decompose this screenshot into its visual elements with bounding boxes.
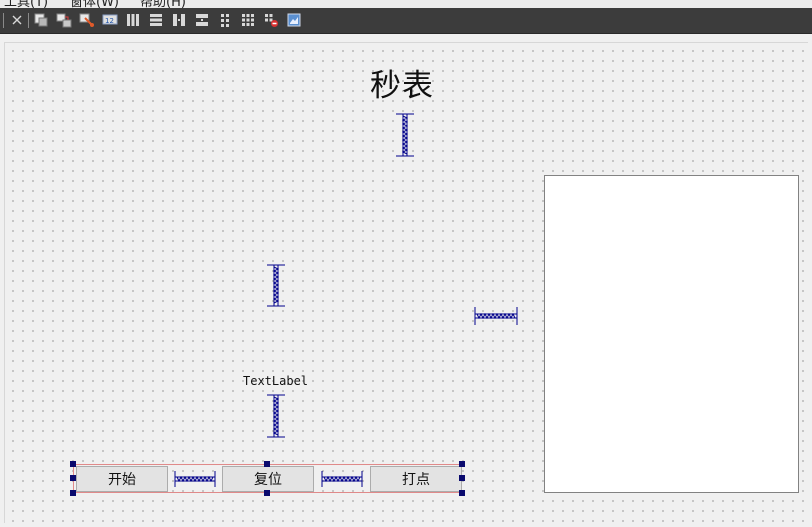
list-widget[interactable] — [544, 175, 799, 493]
lay-out-vertical-splitter-icon[interactable] — [193, 11, 211, 29]
toolbar-separator — [3, 13, 4, 28]
resize-handle[interactable] — [459, 461, 465, 467]
resize-handle[interactable] — [70, 490, 76, 496]
horizontal-spacer[interactable] — [174, 469, 216, 489]
lay-out-vertically-icon[interactable] — [147, 11, 165, 29]
vertical-spacer[interactable] — [394, 113, 416, 157]
close-icon[interactable] — [8, 11, 26, 29]
resize-handle[interactable] — [264, 461, 270, 467]
resize-handle[interactable] — [459, 475, 465, 481]
vertical-spacer[interactable] — [265, 394, 287, 438]
horizontal-spacer[interactable] — [474, 305, 518, 327]
edit-tab-order-icon[interactable]: 12 — [101, 11, 119, 29]
edit-signals-slots-icon[interactable] — [55, 11, 73, 29]
lay-out-form-icon[interactable] — [216, 11, 234, 29]
toolbar-separator — [28, 13, 29, 28]
menu-bar: 工具(T) 窗体(W) 帮助(H) — [0, 0, 812, 8]
resize-handle[interactable] — [70, 461, 76, 467]
vertical-spacer[interactable] — [265, 264, 287, 307]
resize-handle[interactable] — [459, 490, 465, 496]
form-editor-toolbar: 12 — [0, 8, 812, 34]
break-layout-icon[interactable] — [262, 11, 280, 29]
reset-button[interactable]: 复位 — [222, 466, 314, 492]
start-button[interactable]: 开始 — [76, 466, 168, 492]
edit-widgets-icon[interactable] — [32, 11, 50, 29]
edit-buddies-icon[interactable] — [78, 11, 96, 29]
resize-handle[interactable] — [264, 490, 270, 496]
menu-help[interactable]: 帮助(H) — [140, 0, 186, 8]
lay-out-horizontally-icon[interactable] — [124, 11, 142, 29]
title-label[interactable]: 秒表 — [370, 60, 434, 105]
mark-button[interactable]: 打点 — [370, 466, 462, 492]
svg-text:12: 12 — [105, 17, 114, 25]
horizontal-spacer[interactable] — [321, 469, 363, 489]
lay-out-horizontal-splitter-icon[interactable] — [170, 11, 188, 29]
menu-form[interactable]: 窗体(W) — [70, 0, 119, 8]
menu-tools[interactable]: 工具(T) — [4, 0, 48, 8]
adjust-size-icon[interactable] — [285, 11, 303, 29]
resize-handle[interactable] — [70, 475, 76, 481]
lay-out-grid-icon[interactable] — [239, 11, 257, 29]
text-label[interactable]: TextLabel — [243, 374, 308, 388]
